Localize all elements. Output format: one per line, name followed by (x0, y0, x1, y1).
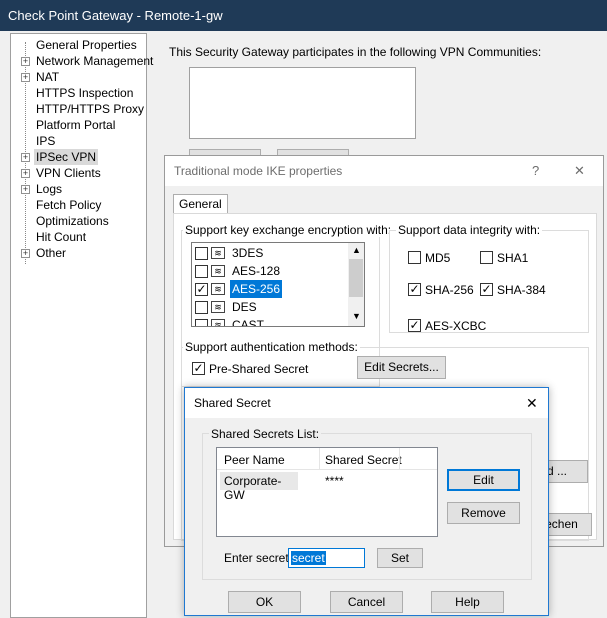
row-shared-secret: **** (325, 474, 344, 488)
ike-dialog-title-bar: Traditional mode IKE properties ? ✕ (165, 156, 603, 186)
encryption-checkbox[interactable] (195, 247, 208, 260)
encryption-algorithm-icon: ≋ (211, 301, 225, 313)
tree-item-label: Platform Portal (36, 118, 116, 132)
tree-item-label: General Properties (36, 38, 137, 52)
column-peer-name[interactable]: Peer Name (224, 453, 285, 467)
communities-text: This Security Gateway participates in th… (169, 45, 542, 59)
scroll-thumb[interactable] (349, 259, 363, 297)
scroll-down-icon[interactable]: ▼ (352, 311, 361, 321)
integrity-checkbox[interactable] (408, 283, 421, 296)
tab-general[interactable]: General (173, 194, 228, 214)
preshared-secret-checkbox[interactable] (192, 362, 205, 375)
preshared-secret-label: Pre-Shared Secret (209, 362, 309, 376)
expand-icon[interactable]: + (21, 57, 30, 66)
integrity-group-label: Support data integrity with: (396, 223, 543, 237)
communities-list[interactable] (189, 67, 416, 139)
window-title: Check Point Gateway - Remote-1-gw (0, 0, 607, 31)
shared-secret-title-bar: Shared Secret ✕ (185, 388, 548, 418)
edit-button[interactable]: Edit (447, 469, 520, 491)
ok-button[interactable]: OK (228, 591, 301, 613)
shared-secret-dialog: Shared Secret ✕ Shared Secrets List: Pee… (184, 387, 549, 616)
column-shared-secret[interactable]: Shared Secret (325, 453, 402, 467)
navigation-tree: General Properties + Network Management + NA… (10, 33, 153, 618)
table-header: Peer Name Shared Secret (217, 448, 437, 470)
tree-item-label: Hit Count (36, 230, 87, 244)
encryption-list-item[interactable]: ≋ AES-256 (192, 280, 347, 298)
encryption-item-label: AES-256 (230, 280, 283, 298)
shared-secrets-table[interactable]: Peer Name Shared Secret Corporate-GW ***… (216, 447, 438, 537)
remove-button[interactable]: Remove (447, 502, 520, 524)
encryption-algorithm-icon: ≋ (211, 265, 225, 277)
encryption-item-label: DES (232, 300, 257, 314)
tree-item-label: Fetch Policy (36, 198, 102, 212)
close-icon[interactable]: ✕ (526, 388, 538, 418)
encryption-scrollbar[interactable]: ▲ ▼ (348, 243, 364, 326)
encryption-item-label: CAST (232, 318, 265, 327)
tree-item-label: HTTPS Inspection (36, 86, 134, 100)
encryption-checkbox[interactable] (195, 283, 208, 296)
row-peer-name: Corporate-GW (224, 474, 282, 502)
integrity-checkbox[interactable] (408, 251, 421, 264)
integrity-checkbox[interactable] (480, 251, 493, 264)
integrity-label: AES-XCBC (425, 319, 487, 333)
enter-secret-label: Enter secret: (224, 551, 293, 565)
tree-item-label: IPS (36, 134, 56, 148)
scroll-up-icon[interactable]: ▲ (352, 245, 361, 255)
tree-item-label: Optimizations (36, 214, 109, 228)
tree-item-label: VPN Clients (36, 166, 101, 180)
tree-item-label: Other (36, 246, 67, 260)
integrity-label: SHA1 (497, 251, 529, 265)
integrity-label: SHA-256 (425, 283, 474, 297)
encryption-group-label: Support key exchange encryption with: (183, 223, 394, 237)
expand-icon[interactable]: + (21, 249, 30, 258)
shared-secret-title: Shared Secret (194, 396, 271, 410)
expand-icon[interactable]: + (21, 153, 30, 162)
encryption-list-item[interactable]: ≋ 3DES (192, 244, 347, 262)
encryption-checkbox[interactable] (195, 301, 208, 314)
tree-item-label: Logs (36, 182, 63, 196)
encryption-item-label: 3DES (232, 246, 264, 260)
integrity-checkbox[interactable] (408, 319, 421, 332)
help-button[interactable]: Help (431, 591, 504, 613)
encryption-checkbox[interactable] (195, 319, 208, 326)
tree-item-label: HTTP/HTTPS Proxy (36, 102, 145, 116)
enter-secret-input[interactable]: secret (288, 548, 365, 568)
ike-dialog-title: Traditional mode IKE properties (174, 164, 343, 178)
column-divider[interactable] (319, 448, 320, 470)
expand-icon[interactable]: + (21, 73, 30, 82)
encryption-listbox[interactable]: ≋ 3DES ≋ AES-128 ≋ AES-256 ≋ DES ≋ CAST ▲ ▼ (191, 242, 365, 327)
encryption-item-label: AES-128 (232, 264, 281, 278)
encryption-algorithm-icon: ≋ (211, 319, 225, 326)
encryption-algorithm-icon: ≋ (211, 283, 225, 295)
encryption-checkbox[interactable] (195, 265, 208, 278)
enter-secret-value: secret (291, 551, 326, 565)
integrity-label: SHA-384 (497, 283, 546, 297)
cancel-button[interactable]: Cancel (330, 591, 403, 613)
tree-item-label: Network Management (36, 54, 154, 68)
set-button[interactable]: Set (377, 548, 423, 568)
encryption-list-item[interactable]: ≋ DES (192, 298, 347, 316)
integrity-label: MD5 (425, 251, 451, 265)
encryption-list-item[interactable]: ≋ CAST (192, 316, 347, 327)
authentication-group-label: Support authentication methods: (183, 340, 360, 354)
column-divider[interactable] (399, 448, 400, 470)
encryption-list-item[interactable]: ≋ AES-128 (192, 262, 347, 280)
close-icon[interactable]: ✕ (574, 156, 585, 186)
encryption-algorithm-icon: ≋ (211, 247, 225, 259)
expand-icon[interactable]: + (21, 169, 30, 178)
tree-item-label: IPSec VPN (34, 149, 99, 165)
shared-secrets-list-label: Shared Secrets List: (209, 427, 322, 441)
tree-item-label: NAT (36, 70, 60, 84)
integrity-checkbox[interactable] (480, 283, 493, 296)
edit-secrets-button[interactable]: Edit Secrets... (357, 356, 446, 379)
table-row[interactable]: Corporate-GW (220, 472, 298, 502)
expand-icon[interactable]: + (21, 185, 30, 194)
help-icon[interactable]: ? (532, 156, 539, 186)
